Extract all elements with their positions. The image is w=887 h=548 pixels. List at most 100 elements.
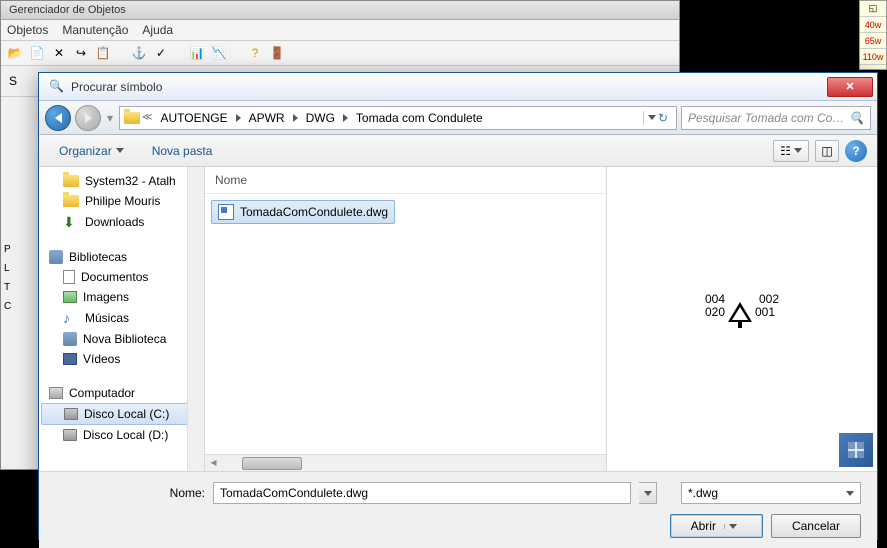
breadcrumb-autoenge[interactable]: AUTOENGE	[154, 109, 233, 127]
bc-sep-0[interactable]: ≪	[142, 112, 152, 123]
sidebar-item-musicas[interactable]: ♪ Músicas	[39, 307, 204, 329]
sidebar-item-label: Músicas	[85, 311, 129, 325]
sidebar-item-label: Nova Biblioteca	[83, 332, 166, 346]
preview-canvas: 004 002 020 001	[617, 177, 867, 437]
sidebar-item-downloads[interactable]: ⬇Downloads	[39, 211, 204, 233]
bc-label: AUTOENGE	[160, 111, 227, 125]
document-icon	[63, 270, 75, 284]
sidebar: System32 - Atalh Philipe Mouris ⬇Downloa…	[39, 167, 205, 471]
dialog-titlebar[interactable]: 🔍 Procurar símbolo ✕	[39, 73, 877, 101]
search-input[interactable]: Pesquisar Tomada com Condu... 🔍	[681, 106, 871, 130]
sidebar-item-imagens[interactable]: Imagens	[39, 287, 204, 307]
breadcrumb-tomada[interactable]: Tomada com Condulete	[350, 109, 489, 127]
arrow-right-icon	[85, 113, 92, 123]
parent-menu-bar: Objetos Manutenção Ajuda	[1, 20, 679, 41]
sidebar-scrollbar[interactable]	[187, 167, 204, 471]
bc-sep-3[interactable]	[343, 114, 348, 122]
ruler-110w: 110w	[860, 49, 886, 65]
menu-manutencao[interactable]: Manutenção	[62, 23, 128, 37]
file-list-body[interactable]: TomadaComCondulete.dwg	[205, 194, 606, 454]
search-icon: 🔍	[849, 111, 864, 125]
open-split-button[interactable]	[724, 524, 742, 529]
sidebar-item-videos[interactable]: Vídeos	[39, 349, 204, 369]
sidebar-item-philipe[interactable]: Philipe Mouris	[39, 191, 204, 211]
dwg-badge-icon	[846, 440, 866, 460]
tool-icon-5[interactable]: 📋	[95, 45, 111, 61]
sidebar-item-label: Downloads	[85, 215, 144, 229]
sidebar-item-label: Computador	[69, 386, 135, 400]
sidebar-item-label: System32 - Atalh	[85, 174, 176, 188]
menu-objetos[interactable]: Objetos	[7, 23, 48, 37]
close-button[interactable]: ✕	[827, 77, 873, 97]
filename-input[interactable]	[213, 482, 631, 504]
preview-text-002: 002	[759, 292, 779, 306]
open-button[interactable]: Abrir	[670, 514, 763, 538]
left-p: P	[2, 240, 16, 259]
cancel-label: Cancelar	[792, 519, 840, 533]
view-mode-button[interactable]: ☷	[773, 140, 809, 162]
file-list-scrollbar[interactable]: ◂	[205, 454, 606, 471]
tool-icon-7[interactable]: ✓	[153, 45, 169, 61]
sidebar-libraries-header[interactable]: Bibliotecas	[39, 247, 204, 267]
file-dialog: 🔍 Procurar símbolo ✕ ▾ ≪ AUTOENGE APWR D…	[38, 72, 878, 540]
nav-back-button[interactable]	[45, 105, 71, 131]
preview-toggle-button[interactable]: ◫	[815, 140, 839, 162]
scroll-thumb[interactable]	[242, 457, 302, 470]
folder-icon	[63, 175, 79, 187]
nav-forward-button[interactable]	[75, 105, 101, 131]
help-icon: ?	[852, 144, 859, 158]
left-c: C	[2, 297, 16, 316]
preview-text-001: 001	[755, 305, 775, 319]
tool-icon-3[interactable]: ✕	[51, 45, 67, 61]
breadcrumb-apwr[interactable]: APWR	[243, 109, 291, 127]
dialog-title: Procurar símbolo	[71, 80, 827, 94]
tool-icon-exit[interactable]: 🚪	[269, 45, 285, 61]
help-button[interactable]: ?	[845, 140, 867, 162]
bc-sep-1[interactable]	[236, 114, 241, 122]
ruler-65w: 65w	[860, 33, 886, 49]
tool-icon-1[interactable]: 📂	[7, 45, 23, 61]
preview-type-badge	[839, 433, 873, 467]
parent-toolbar: 📂 📄 ✕ ↪ 📋 ⚓ ✓ 📊 📉 ? 🚪	[1, 41, 679, 66]
organize-button[interactable]: Organizar	[49, 140, 134, 162]
tool-icon-8[interactable]: 📊	[189, 45, 205, 61]
file-type-filter[interactable]: *.dwg	[681, 482, 861, 504]
sidebar-computer-header[interactable]: Computador	[39, 383, 204, 403]
tool-icon-6[interactable]: ⚓	[131, 45, 147, 61]
library-icon	[49, 250, 63, 264]
refresh-icon[interactable]: ↻	[658, 111, 668, 125]
open-label: Abrir	[691, 519, 716, 533]
sidebar-item-documentos[interactable]: Documentos	[39, 267, 204, 287]
filename-dropdown-button[interactable]	[639, 482, 657, 504]
organize-label: Organizar	[59, 144, 112, 158]
sidebar-item-system32[interactable]: System32 - Atalh	[39, 171, 204, 191]
bc-sep-2[interactable]	[293, 114, 298, 122]
tool-icon-4[interactable]: ↪	[73, 45, 89, 61]
ruler-top: ◱	[860, 1, 886, 17]
library-icon	[63, 332, 77, 346]
right-ruler: ◱ 40w 65w 110w	[859, 0, 887, 70]
sidebar-item-label: Bibliotecas	[69, 250, 127, 264]
sidebar-item-nova-biblioteca[interactable]: Nova Biblioteca	[39, 329, 204, 349]
cancel-button[interactable]: Cancelar	[771, 514, 861, 538]
file-list-header-nome[interactable]: Nome	[205, 167, 606, 194]
nav-dropdown-icon[interactable]: ▾	[105, 111, 115, 125]
breadcrumb-dropdown-icon[interactable]	[648, 115, 656, 120]
tool-icon-9[interactable]: 📉	[211, 45, 227, 61]
file-item-tomada[interactable]: TomadaComCondulete.dwg	[211, 200, 395, 224]
menu-ajuda[interactable]: Ajuda	[142, 23, 173, 37]
dialog-bottom: Nome: *.dwg Abrir Cancelar	[39, 471, 877, 548]
arrow-left-icon	[55, 113, 62, 123]
newfolder-label: Nova pasta	[152, 144, 213, 158]
tool-icon-2[interactable]: 📄	[29, 45, 45, 61]
breadcrumb[interactable]: ≪ AUTOENGE APWR DWG Tomada com Condulete…	[119, 106, 677, 130]
breadcrumb-dwg[interactable]: DWG	[300, 109, 341, 127]
new-folder-button[interactable]: Nova pasta	[142, 140, 223, 162]
sidebar-item-disco-d[interactable]: Disco Local (D:)	[39, 425, 204, 445]
sidebar-item-disco-c[interactable]: Disco Local (C:)	[41, 403, 202, 425]
chevron-down-icon	[794, 148, 802, 153]
tool-icon-help[interactable]: ?	[247, 45, 263, 61]
left-t: T	[2, 278, 16, 297]
music-icon: ♪	[63, 310, 79, 326]
filename-label: Nome:	[55, 486, 205, 500]
